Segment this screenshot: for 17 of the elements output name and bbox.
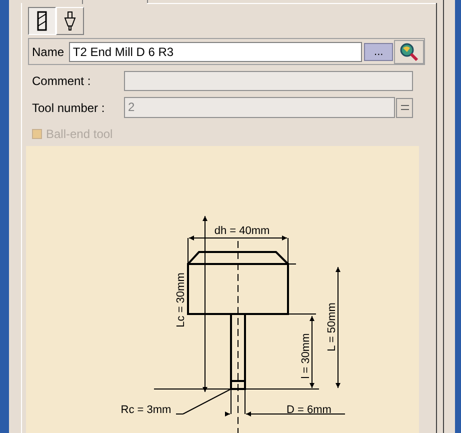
name-label: Name xyxy=(32,44,66,60)
tool-number-label: Tool number : xyxy=(31,100,106,116)
dimension-label: Lc = 30mm xyxy=(175,272,187,328)
dimension-label: D = 6mm xyxy=(286,404,332,416)
tool-type-button[interactable] xyxy=(28,7,56,35)
comment-label: Comment : xyxy=(31,73,92,90)
search-icon xyxy=(399,42,420,62)
dimension-label: dh = 40mm xyxy=(214,225,270,237)
dimension-label: l = 30mm xyxy=(300,333,312,379)
cone-tool-icon xyxy=(64,11,76,31)
dimension-label: L = 50mm xyxy=(326,302,338,352)
end-mill-icon xyxy=(37,11,47,31)
spin-button[interactable] xyxy=(396,98,413,118)
name-field[interactable]: T2 End Mill D 6 R3 xyxy=(68,42,362,62)
search-button[interactable] xyxy=(394,40,424,64)
browse-button[interactable]: ... xyxy=(364,42,394,60)
dimension-label: Rc = 3mm xyxy=(120,404,172,416)
